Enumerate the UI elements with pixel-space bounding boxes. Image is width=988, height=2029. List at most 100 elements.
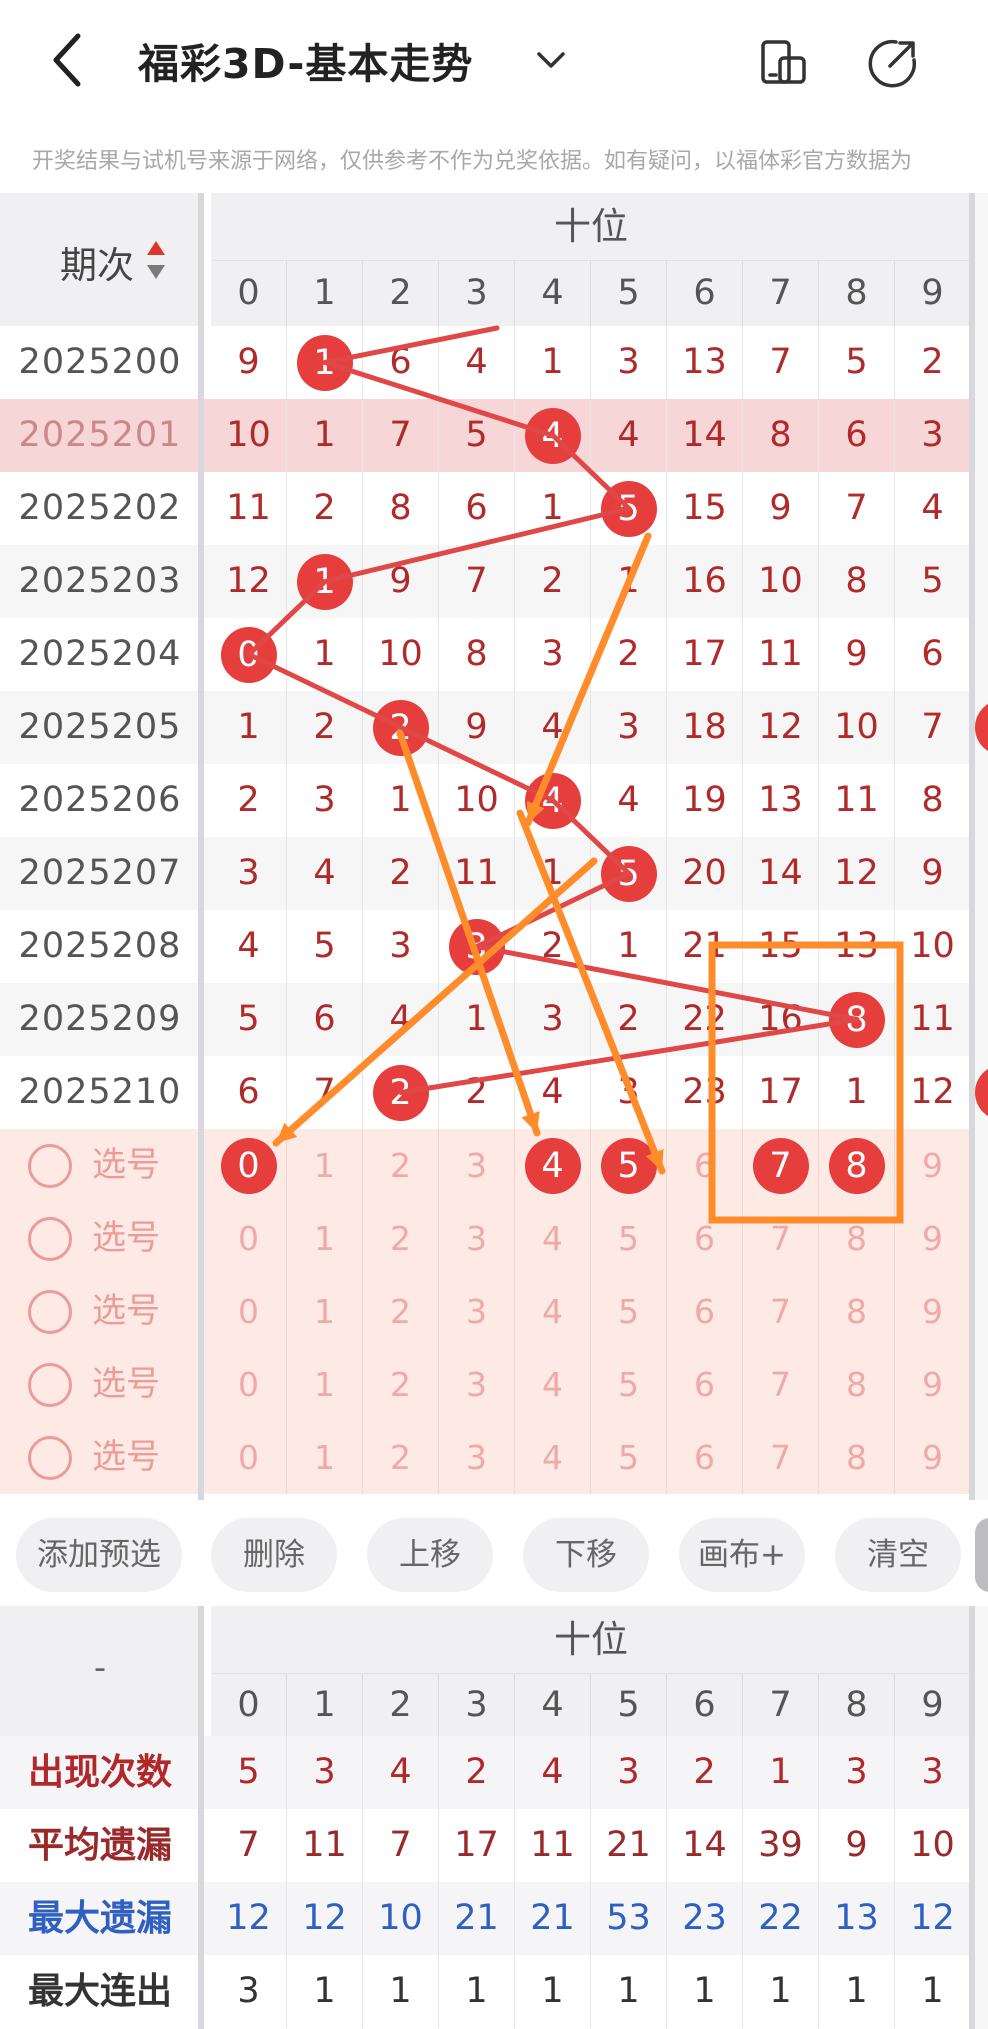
cell-digit-4: 1 <box>515 837 591 910</box>
clear-button[interactable]: 清空 <box>835 1518 961 1592</box>
stats-value: 14 <box>667 1809 743 1882</box>
move-down-button[interactable]: 下移 <box>523 1518 649 1592</box>
pick-digit-7[interactable]: 7 <box>743 1275 819 1348</box>
pick-label[interactable]: 选号 <box>92 1202 160 1275</box>
pick-digit-1[interactable]: 1 <box>287 1275 363 1348</box>
pick-digit-1[interactable]: 1 <box>287 1129 363 1202</box>
selected-ball[interactable]: 8 <box>828 1137 885 1194</box>
pick-digit-6[interactable]: 6 <box>667 1202 743 1275</box>
pick-digit-2[interactable]: 2 <box>363 1129 439 1202</box>
pick-radio-circle[interactable] <box>28 1436 72 1480</box>
cell-digit-1: 7 <box>287 1056 363 1129</box>
pick-digit-1[interactable]: 1 <box>287 1202 363 1275</box>
table-row[interactable]: 2025206 2 3 1 10 4 4 19 13 11 8 <box>0 764 988 837</box>
selected-ball[interactable]: 0 <box>220 1137 277 1194</box>
pick-digit-9[interactable]: 9 <box>895 1202 971 1275</box>
pick-radio-circle[interactable] <box>28 1217 72 1261</box>
hit-ball: 1 <box>296 553 353 610</box>
pick-digit-4[interactable]: 4 <box>515 1129 591 1202</box>
pick-digit-2[interactable]: 2 <box>363 1348 439 1421</box>
back-arrow-icon[interactable] <box>40 28 100 92</box>
table-row[interactable]: 2025200 9 1 6 4 1 3 13 7 5 2 <box>0 326 988 399</box>
add-preselect-button[interactable]: 添加预选 <box>16 1518 182 1592</box>
pick-digit-5[interactable]: 5 <box>591 1129 667 1202</box>
pick-digit-9[interactable]: 9 <box>895 1421 971 1494</box>
pick-digit-3[interactable]: 3 <box>439 1129 515 1202</box>
table-row[interactable]: 2025204 0 1 10 8 3 2 17 11 9 6 <box>0 618 988 691</box>
pick-radio-circle[interactable] <box>28 1290 72 1334</box>
pick-digit-3[interactable]: 3 <box>439 1275 515 1348</box>
pick-label[interactable]: 选号 <box>92 1275 160 1348</box>
issue-column-header[interactable]: 期次 <box>0 193 200 326</box>
cell-digit-0: 12 <box>211 545 287 618</box>
pick-digit-5[interactable]: 5 <box>591 1275 667 1348</box>
pick-digit-0[interactable]: 0 <box>211 1129 287 1202</box>
pick-digit-8[interactable]: 8 <box>819 1275 895 1348</box>
selected-ball[interactable]: 4 <box>524 1137 581 1194</box>
table-row[interactable]: 2025201 10 1 7 5 4 4 14 8 6 3 <box>0 399 988 472</box>
pick-digit-5[interactable]: 5 <box>591 1421 667 1494</box>
delete-button[interactable]: 删除 <box>211 1518 337 1592</box>
pick-digit-2[interactable]: 2 <box>363 1275 439 1348</box>
selected-ball[interactable]: 7 <box>752 1137 809 1194</box>
pick-digit-0[interactable]: 0 <box>211 1348 287 1421</box>
hit-ball: 1 <box>296 334 353 391</box>
phone-rotate-icon[interactable] <box>756 36 810 90</box>
pick-digit-6[interactable]: 6 <box>667 1129 743 1202</box>
pick-label[interactable]: 选号 <box>92 1348 160 1421</box>
stats-value: 10 <box>363 1882 439 1955</box>
pick-digit-7[interactable]: 7 <box>743 1348 819 1421</box>
pick-digit-3[interactable]: 3 <box>439 1348 515 1421</box>
pick-digit-1[interactable]: 1 <box>287 1421 363 1494</box>
issue-number: 2025201 <box>18 415 182 455</box>
pick-digit-4[interactable]: 4 <box>515 1202 591 1275</box>
pick-digit-2[interactable]: 2 <box>363 1202 439 1275</box>
table-row[interactable]: 2025202 11 2 8 6 1 5 15 9 7 4 <box>0 472 988 545</box>
pick-digit-0[interactable]: 0 <box>211 1202 287 1275</box>
pick-digit-0[interactable]: 0 <box>211 1421 287 1494</box>
pick-digit-1[interactable]: 1 <box>287 1348 363 1421</box>
pick-label[interactable]: 选号 <box>92 1421 160 1494</box>
table-row[interactable]: 2025209 5 6 4 1 3 2 22 16 8 11 <box>0 983 988 1056</box>
sort-icon[interactable] <box>146 239 166 281</box>
more-button-edge[interactable] <box>975 1518 988 1592</box>
pick-digit-5[interactable]: 5 <box>591 1202 667 1275</box>
pick-digit-6[interactable]: 6 <box>667 1348 743 1421</box>
pick-radio-circle[interactable] <box>28 1144 72 1188</box>
pick-digit-7[interactable]: 7 <box>743 1129 819 1202</box>
pick-digit-2[interactable]: 2 <box>363 1421 439 1494</box>
pick-digit-7[interactable]: 7 <box>743 1421 819 1494</box>
chevron-down-icon[interactable] <box>533 42 569 78</box>
pick-digit-3[interactable]: 3 <box>439 1202 515 1275</box>
pick-digit-8[interactable]: 8 <box>819 1202 895 1275</box>
pick-digit-6[interactable]: 6 <box>667 1275 743 1348</box>
canvas-button[interactable]: 画布+ <box>679 1518 805 1592</box>
pick-digit-4[interactable]: 4 <box>515 1348 591 1421</box>
page-title[interactable]: 福彩3D-基本走势 <box>138 30 473 90</box>
share-icon[interactable] <box>866 36 920 90</box>
pick-digit-5[interactable]: 5 <box>591 1348 667 1421</box>
pick-digit-4[interactable]: 4 <box>515 1275 591 1348</box>
pick-digit-7[interactable]: 7 <box>743 1202 819 1275</box>
pick-digit-9[interactable]: 9 <box>895 1348 971 1421</box>
pick-digit-8[interactable]: 8 <box>819 1129 895 1202</box>
pick-digit-4[interactable]: 4 <box>515 1421 591 1494</box>
pick-digit-0[interactable]: 0 <box>211 1275 287 1348</box>
pick-digit-8[interactable]: 8 <box>819 1348 895 1421</box>
stats-value: 3 <box>591 1736 667 1809</box>
table-row[interactable]: 2025207 3 4 2 11 1 5 20 14 12 9 <box>0 837 988 910</box>
selected-ball[interactable]: 5 <box>600 1137 657 1194</box>
table-row[interactable]: 2025203 12 1 9 7 2 1 16 10 8 5 <box>0 545 988 618</box>
move-up-button[interactable]: 上移 <box>367 1518 493 1592</box>
pick-label[interactable]: 选号 <box>92 1129 160 1202</box>
issue-number: 2025202 <box>18 488 182 528</box>
pick-digit-9[interactable]: 9 <box>895 1129 971 1202</box>
pick-radio-circle[interactable] <box>28 1363 72 1407</box>
pick-digit-9[interactable]: 9 <box>895 1275 971 1348</box>
table-row[interactable]: 2025205 1 2 2 9 4 3 18 12 10 7 <box>0 691 988 764</box>
pick-digit-8[interactable]: 8 <box>819 1421 895 1494</box>
table-row[interactable]: 2025210 6 7 2 2 4 3 23 17 1 12 <box>0 1056 988 1129</box>
pick-digit-3[interactable]: 3 <box>439 1421 515 1494</box>
table-row[interactable]: 2025208 4 5 3 3 2 1 21 15 13 10 <box>0 910 988 983</box>
pick-digit-6[interactable]: 6 <box>667 1421 743 1494</box>
